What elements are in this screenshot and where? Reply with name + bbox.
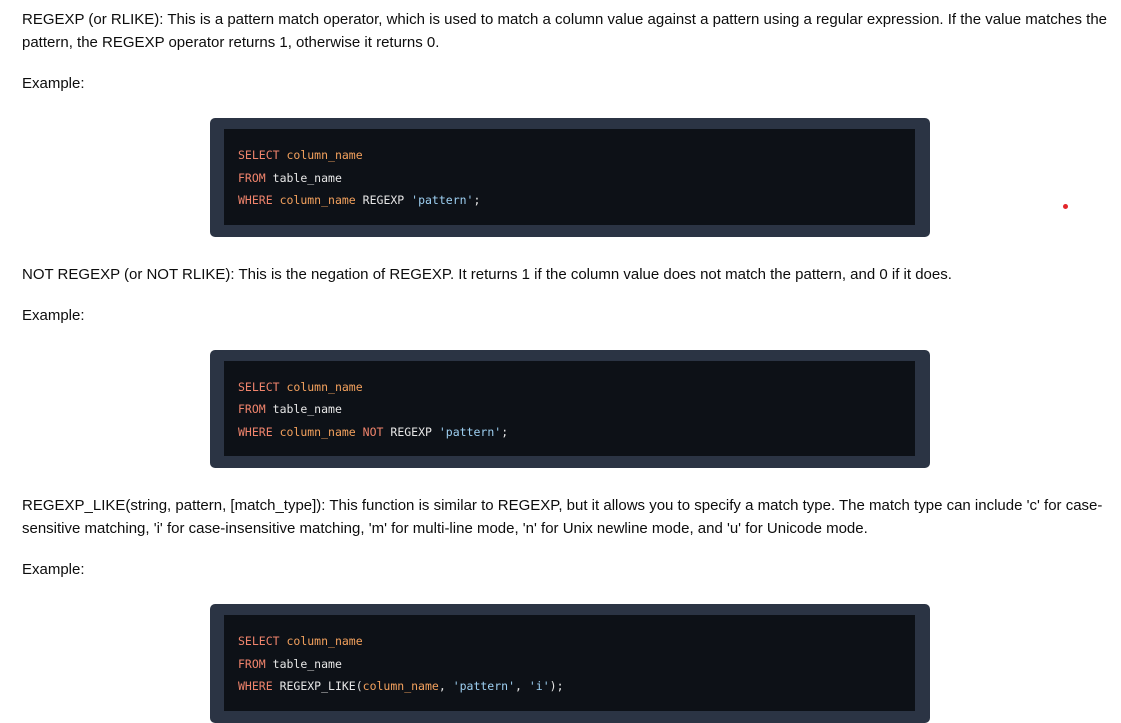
code-keyword: WHERE: [238, 424, 273, 439]
example-label: Example:: [22, 306, 85, 324]
code-block-regexp[interactable]: SELECT column_name FROM table_name WHERE…: [224, 129, 915, 225]
cursor-indicator-dot: [1063, 204, 1068, 209]
code-keyword: NOT: [362, 424, 384, 439]
code-keyword: WHERE: [238, 679, 273, 693]
example-label: Example:: [22, 75, 85, 92]
code-identifier: column_name: [362, 679, 439, 693]
code-block-regexp-like[interactable]: SELECT column_name FROM table_name WHERE…: [224, 615, 915, 711]
code-identifier: column_name: [286, 379, 363, 394]
code-identifier: column_name: [279, 193, 356, 207]
code-identifier: column_name: [279, 424, 356, 439]
code-string: 'pattern': [438, 424, 502, 439]
not-regexp-description: NOT REGEXP (or NOT RLIKE): This is the n…: [22, 265, 952, 283]
code-function: REGEXP_LIKE(: [279, 679, 363, 693]
code-string: 'pattern': [411, 193, 474, 207]
code-punctuation: ;: [501, 424, 509, 439]
code-identifier: column_name: [286, 634, 363, 648]
code-identifier: column_name: [286, 148, 363, 162]
code-string: 'i': [528, 679, 550, 693]
code-punctuation: ,: [515, 679, 529, 693]
regexp-like-description: REGEXP_LIKE(string, pattern, [match_type…: [22, 497, 1103, 537]
code-keyword: FROM: [238, 402, 266, 416]
code-keyword: WHERE: [238, 193, 273, 207]
code-block-frame: SELECT column_name FROM table_name WHERE…: [210, 604, 930, 723]
code-punctuation: ;: [473, 193, 481, 207]
code-punctuation: ,: [438, 679, 453, 693]
code-identifier: table_name: [272, 402, 342, 416]
code-string: 'pattern': [452, 679, 515, 693]
code-operator: REGEXP: [362, 193, 405, 207]
code-block-not-regexp[interactable]: SELECT column_name FROM table_name WHERE…: [224, 360, 915, 456]
code-keyword: FROM: [238, 656, 266, 671]
code-operator: REGEXP: [390, 424, 432, 439]
code-block-frame: SELECT column_name FROM table_name WHERE…: [210, 118, 930, 237]
chat-message-content: REGEXP (or RLIKE): This is a pattern mat…: [22, 8, 1114, 723]
code-keyword: SELECT: [238, 148, 280, 162]
code-block-frame: SELECT column_name FROM table_name WHERE…: [210, 349, 930, 468]
code-identifier: table_name: [272, 170, 342, 185]
code-keyword: FROM: [238, 170, 266, 185]
code-keyword: SELECT: [238, 634, 280, 648]
example-label: Example:: [22, 561, 85, 578]
code-keyword: SELECT: [238, 379, 280, 394]
regexp-description: REGEXP (or RLIKE): This is a pattern mat…: [22, 11, 1108, 51]
code-punctuation: );: [549, 679, 564, 693]
code-identifier: table_name: [272, 656, 342, 671]
